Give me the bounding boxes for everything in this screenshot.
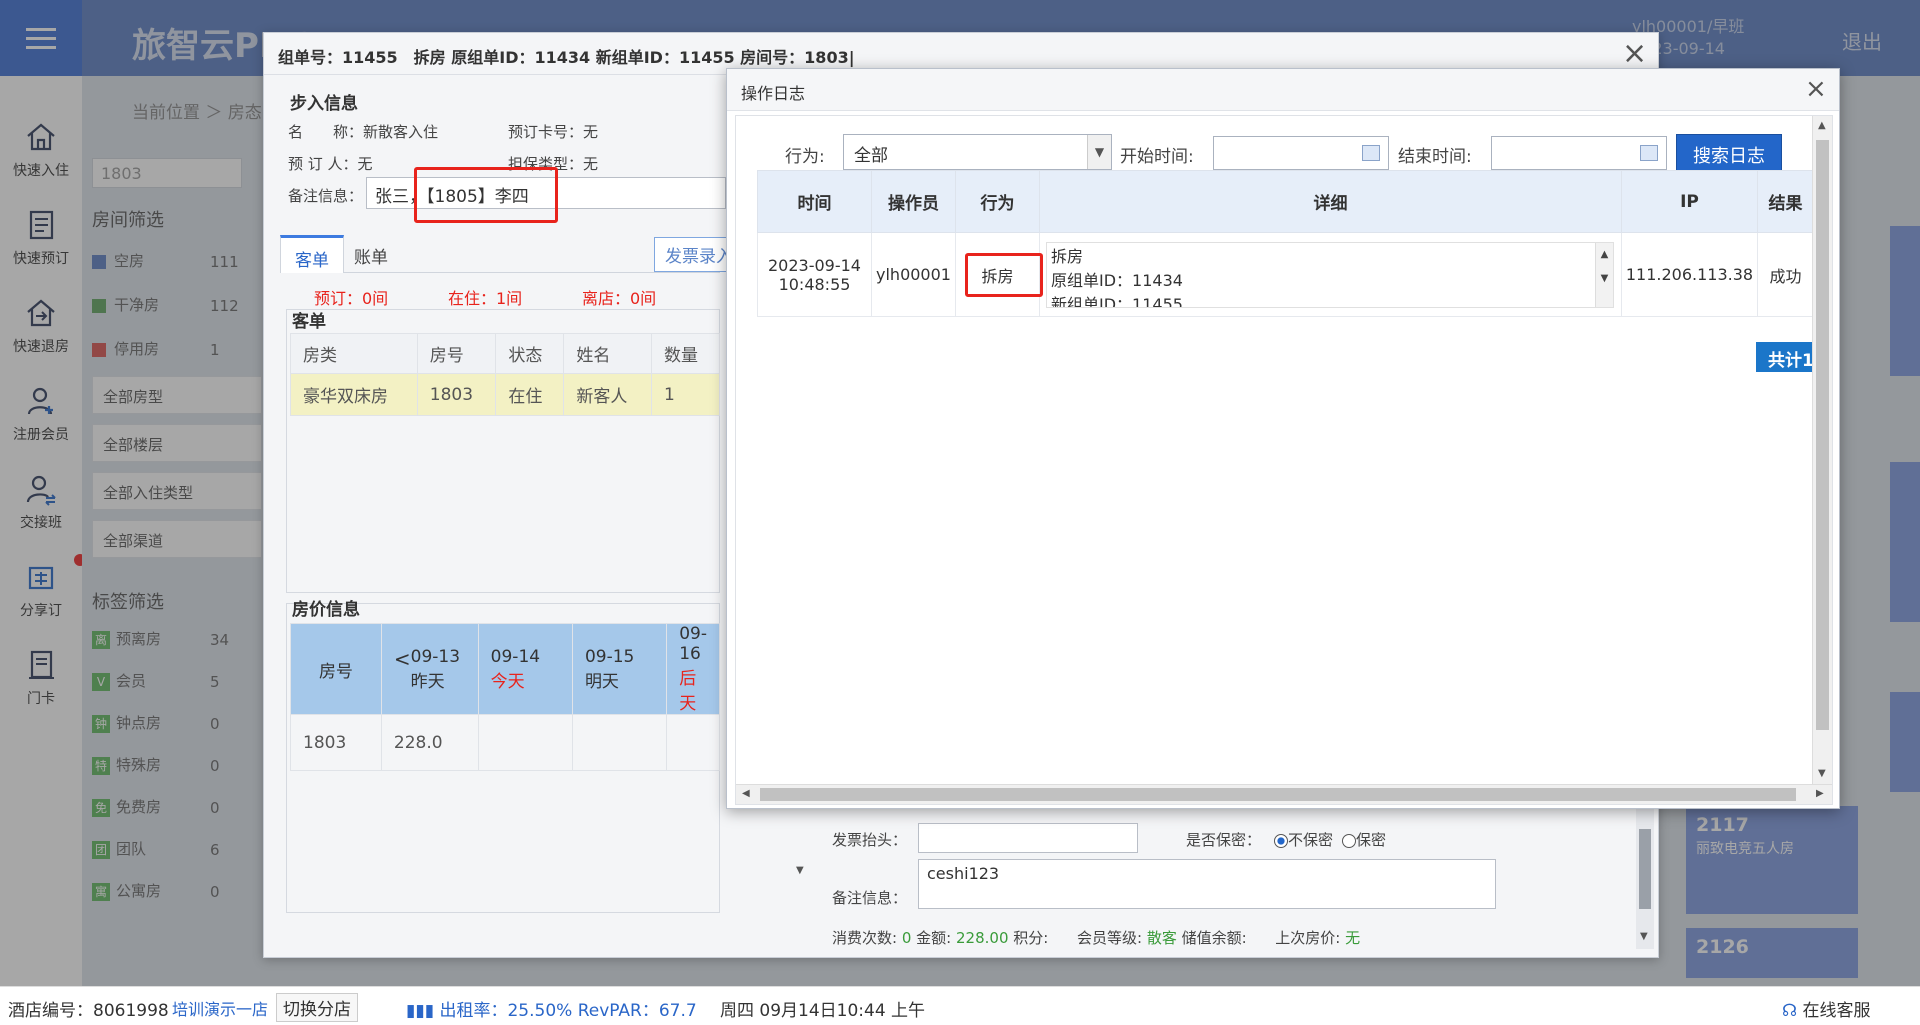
table-row[interactable]: 1803 228.0: [290, 714, 720, 771]
headset-icon: ☊: [1782, 1001, 1803, 1021]
col-ip: IP: [1621, 170, 1758, 233]
close-icon[interactable]: ×: [1622, 39, 1647, 69]
log-dialog-title: 操作日志: [741, 84, 806, 103]
hotel-name: 培训演示一店: [172, 1000, 269, 1019]
close-icon[interactable]: ×: [1805, 74, 1827, 104]
operation-log-dialog: 操作日志 × 行为: 全部 ▼ 开始时间: 结束时间: 搜索日志 时间 操作员 行…: [726, 68, 1840, 809]
log-horizontal-scrollbar[interactable]: ◀ ▶: [736, 784, 1832, 804]
col-room-no: 房号: [416, 333, 497, 374]
col-action: 行为: [955, 170, 1040, 233]
log-dialog-title-bar: 操作日志 ×: [727, 69, 1839, 111]
tab-guest-order[interactable]: 客单: [280, 235, 344, 273]
guest-table: 房类 房号 状态 姓名 数量 豪华双床房 1803 在住 新客人 1: [290, 333, 721, 416]
start-time-label: 开始时间:: [1120, 147, 1194, 167]
calendar-icon: [1640, 145, 1658, 161]
action-label: 行为:: [785, 147, 825, 167]
action-select[interactable]: 全部 ▼: [843, 134, 1112, 170]
start-time-input[interactable]: [1213, 136, 1389, 170]
price-day-today: 09-14 今天: [477, 623, 573, 715]
invoice-title-input[interactable]: [918, 823, 1138, 853]
col-operator: 操作员: [871, 170, 956, 233]
stat-left: 离店：0间: [582, 289, 657, 308]
search-log-button[interactable]: 搜索日志: [1676, 134, 1782, 172]
col-detail: 详细: [1039, 170, 1622, 233]
section-guest: 客单: [292, 312, 326, 332]
scroll-down-arrow[interactable]: ▼: [796, 865, 804, 876]
bar-chart-icon: ▮▮▮: [406, 1001, 440, 1021]
col-room-type: 房类: [290, 333, 418, 374]
name-field: 名 称：新散客入住: [288, 123, 439, 141]
end-time-label: 结束时间:: [1398, 147, 1472, 167]
detail-scrollbar[interactable]: ▲ ▼: [1595, 242, 1613, 307]
remark-label: 备注信息：: [288, 187, 364, 205]
col-result: 结果: [1757, 170, 1814, 233]
member-summary: 消费次数: 0 金额: 228.00 积分: 会员等级: 散客 储值余额: 上次…: [832, 929, 1361, 947]
stat-booked: 预订：0间: [314, 289, 389, 308]
calendar-icon: [1362, 145, 1380, 161]
end-time-input[interactable]: [1491, 136, 1667, 170]
col-status: 状态: [495, 333, 565, 374]
secret-no-radio[interactable]: 不保密: [1274, 829, 1333, 850]
occupancy-stats: ▮▮▮ 出租率：25.50% RevPAR：67.7: [406, 1001, 697, 1021]
section-room-price: 房价信息: [292, 600, 360, 620]
detail-textarea[interactable]: 拆房 原组单ID：11434 新组单ID：11455 ▲ ▼: [1046, 241, 1614, 308]
highlight-box-action: [965, 253, 1043, 297]
dialog-title: 组单号：11455 拆房 原组单ID：11434 新组单ID：11455 房间号…: [278, 48, 855, 67]
log-vertical-scrollbar[interactable]: ▲ ▼: [1812, 116, 1832, 784]
log-table: 时间 操作员 行为 详细 IP 结果 2023-09-14 10:48:55 yl…: [757, 170, 1814, 317]
remark2-label: 备注信息：: [832, 889, 908, 907]
price-day-yesterday: <09-13 昨天: [380, 623, 479, 715]
price-table: 房号 <09-13 昨天 09-14 今天 09-15 明天 09-16 后天 1803…: [290, 623, 720, 771]
switch-branch-button[interactable]: 切换分店: [276, 993, 358, 1022]
card-field: 预订卡号：无: [508, 123, 599, 141]
invoice-title-label: 发票抬头：: [832, 831, 908, 849]
remark2-textarea[interactable]: ceshi123: [918, 859, 1496, 909]
col-time: 时间: [757, 170, 872, 233]
price-day-after: 09-16 后天: [666, 623, 720, 715]
stat-staying: 在住：1间: [448, 289, 523, 308]
hotel-id: 酒店编号：8061998: [8, 1001, 169, 1021]
status-bar: 酒店编号：8061998 培训演示一店 切换分店 ▮▮▮ 出租率：25.50% …: [0, 986, 1920, 1025]
booker-field: 预 订 人：无: [288, 155, 373, 173]
table-row[interactable]: 2023-09-14 10:48:55 ylh00001 拆房 拆房 原组单ID：…: [757, 232, 1814, 317]
highlight-box-remark: [414, 167, 558, 223]
current-datetime: 周四 09月14日10:44 上午: [720, 1001, 926, 1021]
section-checkin-info: 步入信息: [290, 94, 358, 114]
col-name: 姓名: [563, 333, 652, 374]
chevron-down-icon: ▼: [1087, 135, 1111, 169]
secret-yes-radio[interactable]: 保密: [1342, 829, 1386, 850]
main-dialog-scrollbar[interactable]: ▼: [1636, 809, 1654, 949]
col-qty: 数量: [650, 333, 721, 374]
log-body: 行为: 全部 ▼ 开始时间: 结束时间: 搜索日志 时间 操作员 行为 详细 IP…: [735, 115, 1833, 805]
price-day-tomorrow: 09-15 明天: [571, 623, 668, 715]
online-service-button[interactable]: ☊ 在线客服: [1782, 996, 1871, 1021]
table-row[interactable]: 豪华双床房 1803 在住 新客人 1: [290, 373, 721, 416]
prev-arrow[interactable]: <: [394, 647, 411, 671]
tab-bill[interactable]: 账单: [340, 235, 402, 273]
secret-label: 是否保密：: [1186, 831, 1262, 849]
